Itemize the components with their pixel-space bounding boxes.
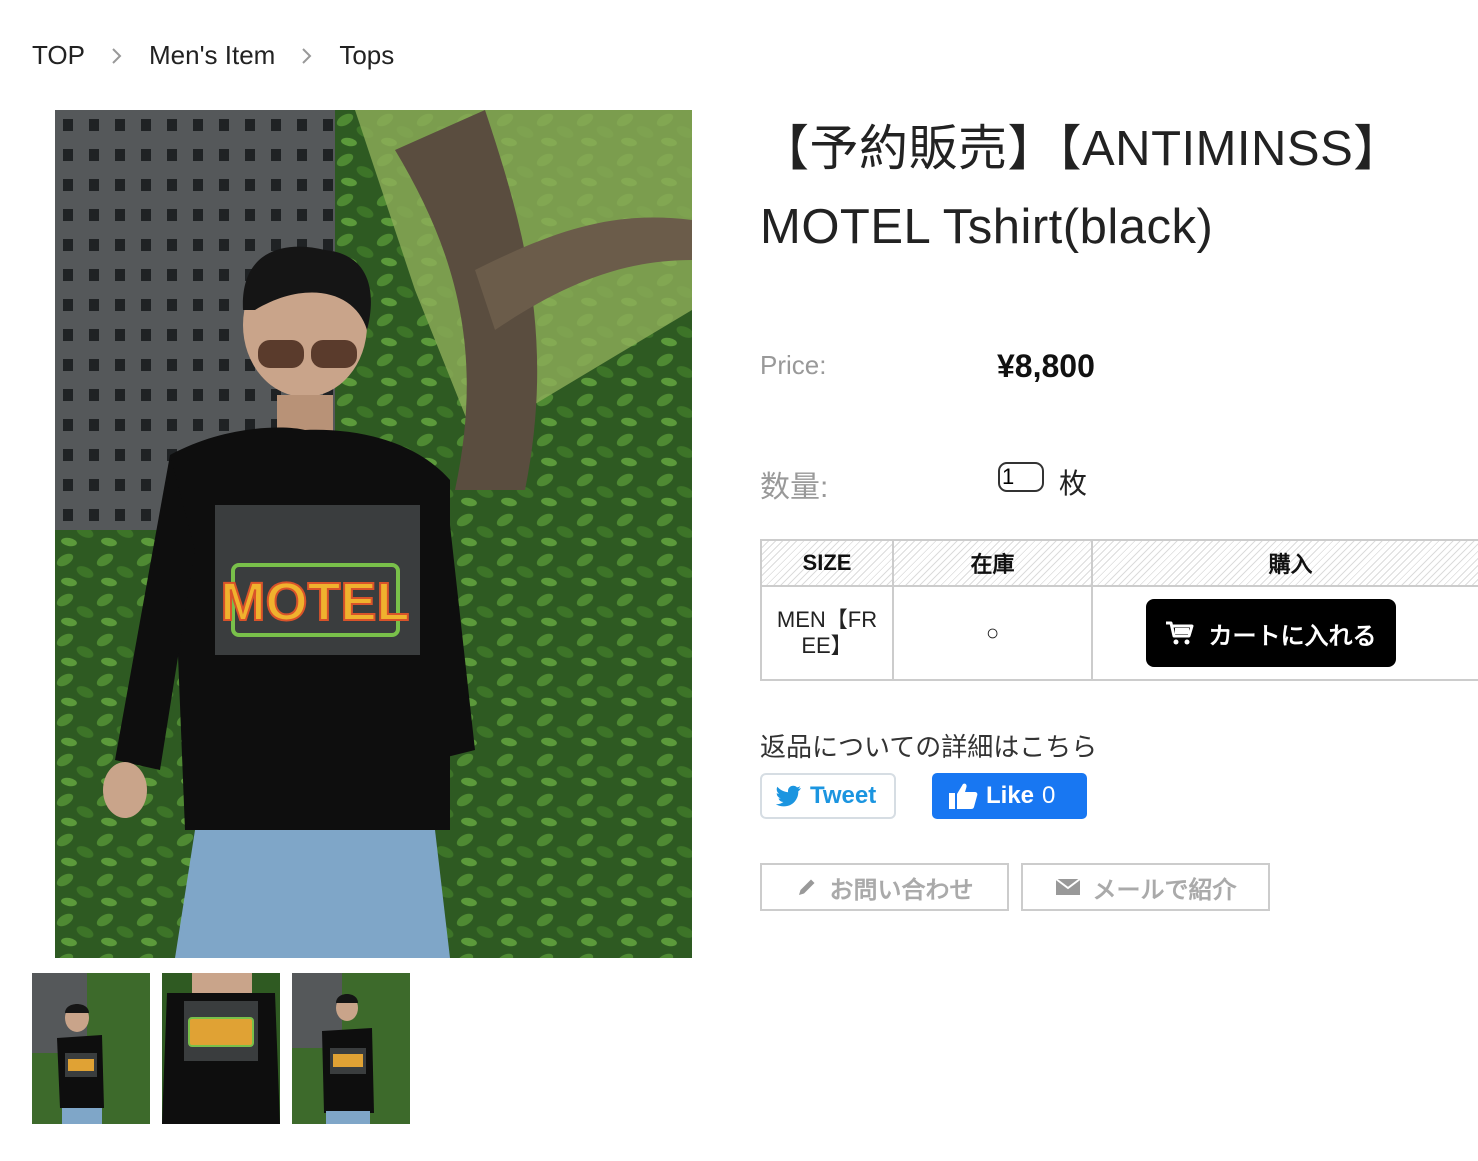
- breadcrumb-mens-item[interactable]: Men's Item: [149, 40, 275, 71]
- inquiry-button[interactable]: お問い合わせ: [760, 863, 1009, 911]
- product-info: 【予約販売】【ANTIMINSS】 MOTEL Tshirt(black) Pr…: [760, 110, 1478, 911]
- thumbnail-2[interactable]: [162, 973, 280, 1124]
- size-cell: MEN【FR EE】: [760, 585, 894, 681]
- return-policy-link[interactable]: 返品についての詳細はこちら: [760, 727, 1097, 764]
- size-text-line2: EE】: [801, 633, 853, 658]
- price-label: Price:: [760, 350, 827, 380]
- thumbnail-1[interactable]: [32, 973, 150, 1124]
- table-row: MEN【FR EE】 ○ カートに入れる: [760, 585, 1478, 681]
- motel-print-text: MOTEL: [221, 572, 410, 632]
- tweet-label: Tweet: [810, 782, 877, 809]
- purchase-header: 購入: [1091, 539, 1478, 587]
- product-title: 【予約販売】【ANTIMINSS】 MOTEL Tshirt(black): [760, 110, 1478, 266]
- cart-icon: [1165, 621, 1193, 645]
- social-buttons: Tweet Like 0: [760, 773, 1087, 819]
- price-row: Price: ¥8,800: [760, 348, 1460, 388]
- chevron-right-icon: [293, 42, 321, 70]
- thumbs-up-icon: [949, 783, 978, 809]
- product-title-line1: 【予約販売】【ANTIMINSS】: [760, 122, 1403, 176]
- main-product-photo[interactable]: MOTEL: [55, 110, 692, 958]
- like-label: Like: [986, 782, 1035, 809]
- pencil-icon: [798, 879, 814, 895]
- quantity-unit: 枚: [1059, 468, 1088, 499]
- stock-table-header: SIZE 在庫 購入: [760, 539, 1478, 587]
- inquiry-label: お問い合わせ: [829, 876, 974, 904]
- chevron-right-icon: [103, 42, 131, 70]
- stock-table: SIZE 在庫 購入 MEN【FR EE】 ○ カートに入れる: [760, 539, 1478, 681]
- add-to-cart-label: カートに入れる: [1208, 622, 1377, 650]
- size-header: SIZE: [760, 539, 894, 587]
- breadcrumb-tops[interactable]: Tops: [339, 40, 394, 71]
- stock-header: 在庫: [892, 539, 1093, 587]
- tweet-button[interactable]: Tweet: [760, 773, 896, 819]
- stock-available-mark: ○: [985, 620, 1000, 645]
- email-share-button[interactable]: メールで紹介: [1021, 863, 1270, 911]
- contact-actions: お問い合わせ メールで紹介: [760, 863, 1270, 911]
- quantity-label: 数量:: [760, 471, 829, 504]
- product-title-line2: MOTEL Tshirt(black): [760, 200, 1214, 254]
- add-to-cart-button[interactable]: カートに入れる: [1145, 599, 1396, 667]
- size-text-line1: MEN【FR: [776, 607, 878, 632]
- quantity-row: 数量: 枚: [760, 460, 1460, 504]
- facebook-like-button[interactable]: Like 0: [932, 773, 1087, 819]
- thumbnail-strip: [32, 973, 410, 1124]
- breadcrumb-top[interactable]: TOP: [32, 40, 85, 71]
- email-share-label: メールで紹介: [1092, 876, 1237, 904]
- envelope-icon: [1054, 878, 1081, 895]
- like-count: 0: [1042, 782, 1056, 809]
- breadcrumb: TOP Men's Item Tops: [32, 40, 394, 71]
- twitter-bird-icon: [776, 785, 801, 807]
- purchase-cell: カートに入れる: [1091, 585, 1478, 681]
- quantity-input[interactable]: [998, 462, 1044, 492]
- thumbnail-3[interactable]: [292, 973, 410, 1124]
- stock-status-cell: ○: [892, 585, 1093, 681]
- price-value: ¥8,800: [997, 348, 1095, 384]
